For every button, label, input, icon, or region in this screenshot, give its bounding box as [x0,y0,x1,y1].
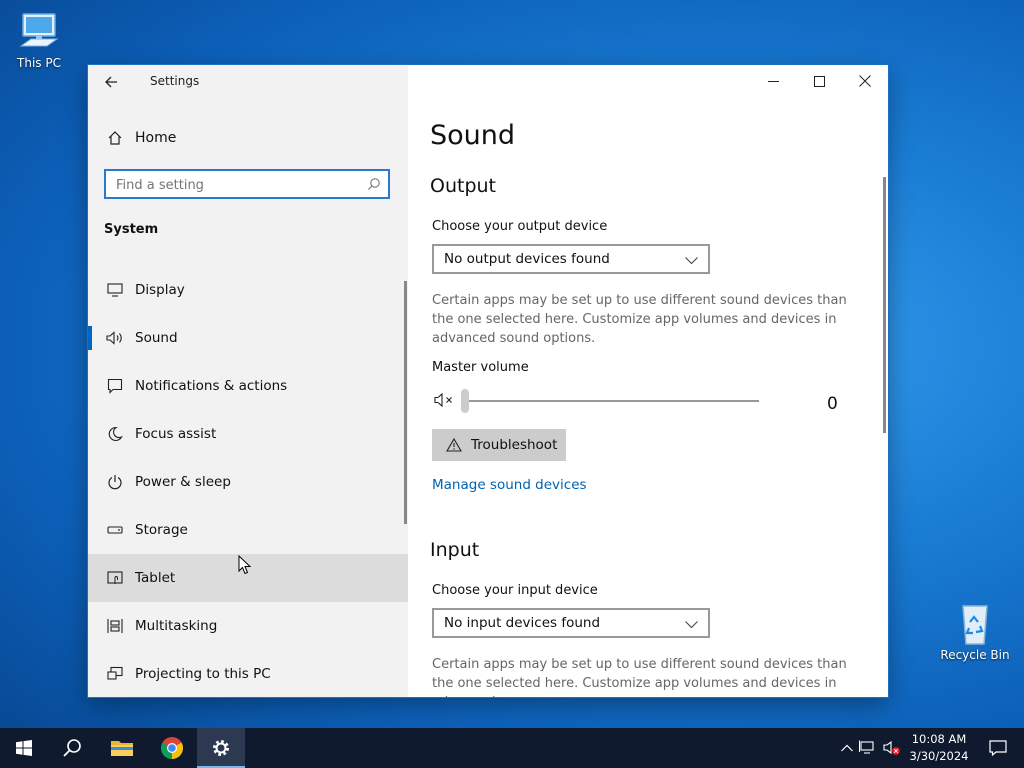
close-button[interactable] [842,65,888,97]
tablet-icon [104,570,126,586]
taskbar: 10:08 AM 3/30/2024 [0,728,1024,768]
input-heading: Input [430,539,480,561]
warning-icon [446,438,462,452]
sidebar-item-label: Display [135,282,185,298]
window-controls [750,65,888,97]
minimize-button[interactable] [750,65,796,97]
clock-time: 10:08 AM [911,732,967,746]
home-icon [104,130,126,146]
clock-date: 3/30/2024 [909,749,969,763]
master-volume-thumb[interactable] [461,389,469,413]
chevron-up-icon[interactable] [838,744,856,752]
sidebar-item-label: Multitasking [135,618,218,634]
search-icon [63,739,81,757]
nav-home-label: Home [135,130,177,146]
sidebar-item-projecting[interactable]: Projecting to this PC [88,650,408,697]
projecting-icon [104,666,126,682]
page-title: Sound [430,120,516,151]
notification-icon [989,740,1007,756]
sidebar-item-label: Projecting to this PC [135,666,271,682]
maximize-icon [813,75,825,87]
settings-taskbar-button[interactable] [197,728,245,768]
network-icon[interactable] [856,740,880,756]
sidebar: Settings Home System Display [88,65,408,697]
input-description: Certain apps may be set up to use differ… [432,657,847,697]
search-input[interactable] [114,172,358,198]
notification-icon [104,378,126,394]
sidebar-item-power-sleep[interactable]: Power & sleep [88,458,408,506]
manage-sound-devices-link[interactable]: Manage sound devices [432,477,587,493]
search-icon[interactable] [367,176,381,195]
desktop-icon-label: This PC [17,56,61,70]
sidebar-item-multitasking[interactable]: Multitasking [88,602,408,650]
moon-icon [104,426,126,442]
nav-list: Display Sound Notifications & actions Fo… [88,266,408,697]
desktop-icon-recycle-bin[interactable]: Recycle Bin [940,602,1010,662]
minimize-icon [767,80,779,82]
recycle-bin-icon [962,605,988,645]
sidebar-item-label: Tablet [135,570,176,586]
output-device-value: No output devices found [444,251,610,267]
output-heading: Output [430,175,496,197]
sidebar-scrollbar[interactable] [404,281,407,524]
desktop-icon-label: Recycle Bin [940,648,1010,662]
sidebar-item-notifications[interactable]: Notifications & actions [88,362,408,410]
app-title: Settings [150,74,200,88]
input-device-label: Choose your input device [432,583,598,598]
settings-window: Settings Home System Display [88,65,888,697]
content-pane: Sound Output Choose your output device N… [408,65,888,697]
file-explorer-button[interactable] [98,728,146,768]
group-label-system: System [104,222,159,237]
sidebar-item-display[interactable]: Display [88,266,408,314]
back-arrow-icon [105,76,117,88]
output-description: Certain apps may be set up to use differ… [432,293,847,346]
sidebar-item-label: Focus assist [135,426,217,442]
content-scrollbar[interactable] [883,177,886,433]
system-tray [838,728,904,768]
windows-logo-icon [16,740,32,756]
master-volume-value: 0 [827,394,838,414]
output-device-dropdown[interactable]: No output devices found [432,244,710,274]
chrome-button[interactable] [148,728,196,768]
power-icon [104,474,126,490]
back-button[interactable] [100,71,122,93]
mute-speaker-icon[interactable] [434,392,456,412]
input-device-dropdown[interactable]: No input devices found [432,608,710,638]
storage-icon [104,524,126,536]
maximize-button[interactable] [796,65,842,97]
taskbar-clock[interactable]: 10:08 AM 3/30/2024 [904,731,974,765]
input-device-value: No input devices found [444,615,601,631]
desktop-icon-this-pc[interactable]: This PC [4,10,74,70]
search-taskbar-button[interactable] [48,728,96,768]
output-device-label: Choose your output device [432,219,608,234]
master-volume-label: Master volume [432,360,529,375]
sidebar-item-storage[interactable]: Storage [88,506,408,554]
computer-icon [19,13,59,47]
close-icon [859,75,871,87]
mouse-cursor-icon [238,555,252,575]
search-box[interactable] [104,169,390,199]
sidebar-item-label: Power & sleep [135,474,231,490]
sidebar-item-focus-assist[interactable]: Focus assist [88,410,408,458]
sidebar-item-label: Notifications & actions [135,378,288,394]
speaker-icon [104,331,126,345]
volume-muted-icon[interactable] [880,740,904,756]
gear-icon [213,740,229,756]
troubleshoot-label: Troubleshoot [471,437,558,453]
nav-home[interactable]: Home [88,125,408,151]
sidebar-item-sound[interactable]: Sound [88,314,408,362]
chrome-icon [161,737,183,759]
action-center-button[interactable] [978,728,1018,768]
chevron-down-icon [685,250,698,269]
monitor-icon [104,283,126,297]
troubleshoot-button[interactable]: Troubleshoot [432,429,566,461]
sidebar-item-label: Storage [135,522,188,538]
folder-icon [111,741,133,756]
multitasking-icon [104,618,126,634]
master-volume-track[interactable] [463,400,759,402]
chevron-down-icon [685,614,698,633]
sidebar-item-label: Sound [135,330,178,346]
titlebar-left: Settings [88,65,408,97]
start-button[interactable] [0,728,48,768]
